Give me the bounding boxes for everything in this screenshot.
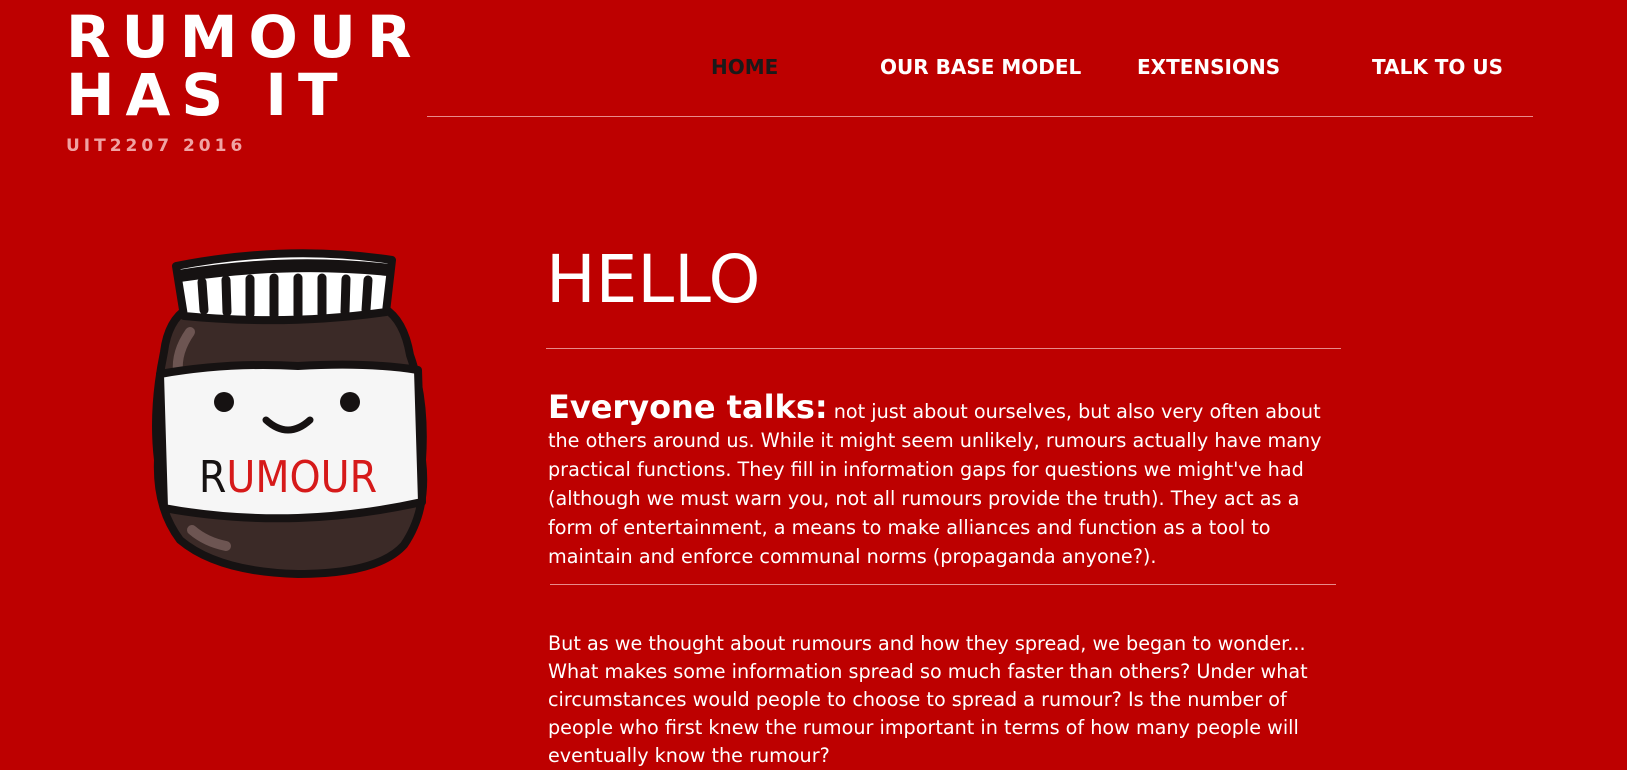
jar-label-first-letter: R (199, 452, 227, 503)
heading-divider (546, 348, 1341, 349)
rumour-jar-image: RUMOUR (148, 240, 428, 585)
intro-lead: Everyone talks: (548, 388, 828, 426)
nav-divider (427, 116, 1533, 117)
nav-item-home[interactable]: HOME (711, 52, 778, 82)
nav-item-extensions[interactable]: EXTENSIONS (1137, 52, 1280, 82)
svg-text:RUMOUR: RUMOUR (199, 452, 377, 503)
site-subtitle: UIT2207 2016 (66, 136, 247, 156)
main-nav: HOME OUR BASE MODEL EXTENSIONS TALK TO U… (0, 52, 1627, 82)
site-logo[interactable]: RUMOUR HAS IT UIT2207 2016 (66, 8, 423, 156)
nav-item-talk-to-us[interactable]: TALK TO US (1372, 52, 1503, 82)
page-heading: HELLO (546, 241, 761, 318)
section-divider (550, 584, 1336, 585)
rumour-jar-icon: RUMOUR (152, 249, 428, 578)
nav-item-our-base-model[interactable]: OUR BASE MODEL (880, 52, 1081, 82)
intro-body: not just about ourselves, but also very … (548, 400, 1322, 568)
question-paragraph: But as we thought about rumours and how … (548, 632, 1308, 767)
intro-paragraph: Everyone talks: not just about ourselves… (548, 391, 1343, 571)
jar-label-rest: UMOUR (226, 452, 377, 503)
